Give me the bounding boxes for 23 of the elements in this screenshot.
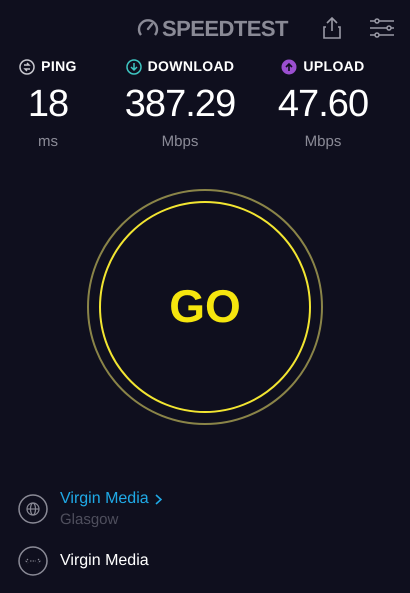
metric-unit: Mbps <box>162 132 198 152</box>
upload-icon <box>281 58 298 74</box>
provider-name: Virgin Media <box>60 551 149 571</box>
metric-unit: ms <box>38 132 58 152</box>
metric-label: DOWNLOAD <box>148 57 234 76</box>
metric-label: PING <box>41 57 77 76</box>
globe-icon <box>18 494 48 524</box>
metric-value: 47.60 <box>278 85 368 123</box>
gauge-icon <box>137 18 159 38</box>
metric-label: UPLOAD <box>303 57 365 76</box>
settings-icon[interactable] <box>369 17 395 39</box>
logo-text: SPEEDTEST <box>162 14 288 42</box>
metric-value: 18 <box>28 85 68 123</box>
server-link[interactable]: Virgin Media <box>60 487 162 512</box>
server-location: Glasgow <box>60 511 120 530</box>
go-button[interactable]: GO <box>99 200 311 412</box>
metric-unit: Mbps <box>304 132 342 152</box>
download-icon <box>126 58 142 74</box>
ping-icon <box>19 58 36 74</box>
chevron-icon <box>154 494 162 505</box>
connection-icon <box>18 546 48 576</box>
share-icon[interactable] <box>322 16 342 40</box>
metric-value: 387.29 <box>124 85 236 123</box>
